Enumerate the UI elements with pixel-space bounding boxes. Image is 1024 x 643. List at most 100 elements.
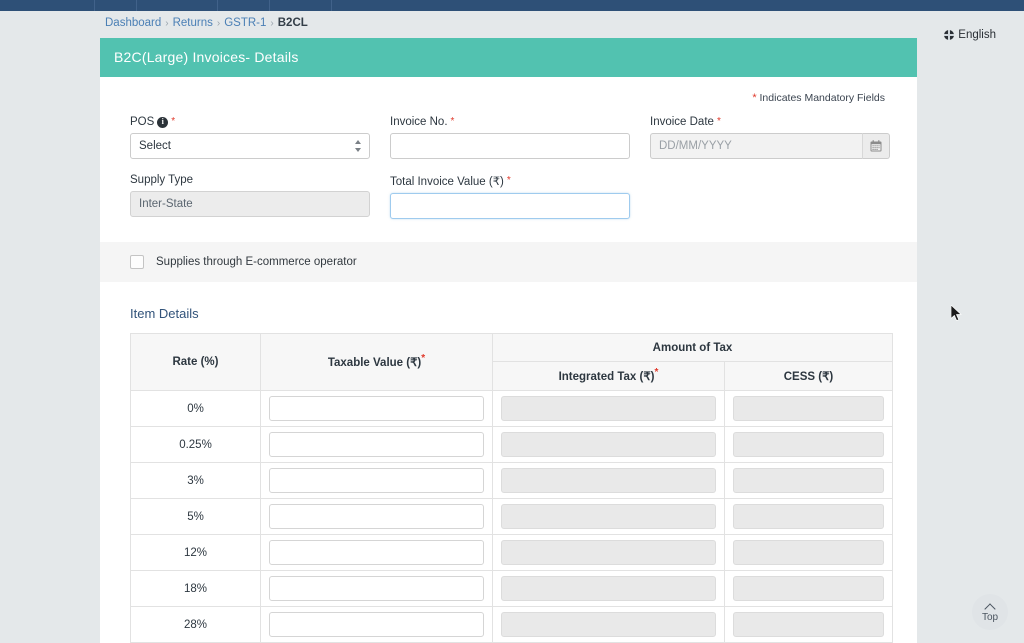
cess-input [733,612,884,637]
language-selector[interactable]: English [944,29,996,41]
info-icon[interactable]: i [157,117,168,128]
invoice-date-label: Invoice Date * [650,116,890,128]
pos-select[interactable] [130,133,370,159]
language-label: English [958,29,996,41]
scroll-to-top-button[interactable]: Top [972,594,1008,630]
integrated-tax-input [501,612,716,637]
nav-segment-5[interactable] [270,0,332,11]
breadcrumb-item-returns[interactable]: Returns [173,17,213,29]
page-title: B2C(Large) Invoices- Details [100,38,917,77]
integrated-tax-input [501,576,716,601]
breadcrumb-separator: › [165,18,168,29]
top-navigation-bar [0,0,1024,11]
column-header-integrated-tax: Integrated Tax (₹)* [493,362,725,391]
column-header-taxable-value-text: Taxable Value (₹) [328,357,421,369]
taxable-value-input[interactable] [269,576,484,601]
nav-segment-1[interactable] [0,0,95,11]
mouse-cursor [951,305,963,323]
pos-label-text: POS [130,116,154,128]
cell-rate: 0.25% [131,427,261,463]
nav-segment-4[interactable] [218,0,270,11]
pos-label: POS i * [130,116,370,128]
cess-input [733,468,884,493]
cell-cess [725,499,893,535]
cell-integrated-tax [493,571,725,607]
ecommerce-operator-row: Supplies through E-commerce operator [100,242,917,282]
cell-taxable-value [261,463,493,499]
cell-taxable-value [261,427,493,463]
invoice-no-label-text: Invoice No. [390,116,448,128]
taxable-value-input[interactable] [269,504,484,529]
invoice-date-input-group [650,133,890,159]
total-invoice-value-label-text: Total Invoice Value (₹) [390,174,504,188]
breadcrumb-item-b2cl: B2CL [278,17,308,29]
cell-taxable-value [261,499,493,535]
column-header-cess: CESS (₹) [725,362,893,391]
integrated-tax-input [501,468,716,493]
cess-input [733,396,884,421]
nav-segment-3[interactable] [137,0,218,11]
invoice-no-input[interactable] [390,133,630,159]
cell-cess [725,463,893,499]
table-row: 28% [131,607,893,643]
nav-segment-6[interactable] [332,0,1024,11]
cell-cess [725,535,893,571]
cell-cess [725,391,893,427]
cell-cess [725,607,893,643]
breadcrumb-bar: Dashboard › Returns › GSTR-1 › B2CL English [0,11,1024,38]
breadcrumb-item-dashboard[interactable]: Dashboard [105,17,161,29]
cell-taxable-value [261,535,493,571]
cell-rate: 0% [131,391,261,427]
breadcrumb-separator: › [270,18,273,29]
mandatory-fields-note: * Indicates Mandatory Fields [130,77,887,110]
ecommerce-checkbox[interactable] [130,255,144,269]
table-row: 5% [131,499,893,535]
table-body: 0% 0.25% 3% 5% [131,391,893,643]
breadcrumb-separator: › [217,18,220,29]
total-invoice-value-input[interactable] [390,193,630,219]
column-header-integrated-tax-text: Integrated Tax (₹) [559,371,655,383]
column-header-amount-of-tax: Amount of Tax [493,334,893,362]
invoice-date-field-group: Invoice Date * [650,116,890,159]
cell-integrated-tax [493,391,725,427]
cell-rate: 28% [131,607,261,643]
cell-taxable-value [261,571,493,607]
taxable-value-input[interactable] [269,540,484,565]
taxable-value-input[interactable] [269,396,484,421]
cell-taxable-value [261,607,493,643]
integrated-tax-input [501,432,716,457]
taxable-value-input[interactable] [269,612,484,637]
form-row-2-spacer [650,174,890,219]
cell-rate: 3% [131,463,261,499]
item-details-table: Rate (%) Taxable Value (₹)* Amount of Ta… [130,333,893,643]
calendar-button[interactable] [862,133,890,159]
taxable-value-input[interactable] [269,468,484,493]
cell-cess [725,571,893,607]
integrated-tax-input [501,504,716,529]
table-row: 12% [131,535,893,571]
cell-rate: 5% [131,499,261,535]
column-header-taxable-value: Taxable Value (₹)* [261,334,493,391]
cell-integrated-tax [493,535,725,571]
cell-cess [725,427,893,463]
table-row: 3% [131,463,893,499]
supply-type-label: Supply Type [130,174,370,186]
cess-input [733,576,884,601]
invoice-no-field-group: Invoice No. * [390,116,630,159]
nav-segment-2[interactable] [95,0,137,11]
supply-type-label-text: Supply Type [130,174,193,186]
globe-icon [944,30,954,40]
cell-integrated-tax [493,427,725,463]
invoice-date-input[interactable] [650,133,862,159]
table-row: 18% [131,571,893,607]
taxable-value-input[interactable] [269,432,484,457]
invoice-no-label: Invoice No. * [390,116,630,128]
item-details-heading: Item Details [130,306,887,321]
cell-taxable-value [261,391,493,427]
cell-integrated-tax [493,499,725,535]
breadcrumb-item-gstr1[interactable]: GSTR-1 [224,17,266,29]
card-body: * Indicates Mandatory Fields POS i * Inv… [100,77,917,643]
cell-rate: 12% [131,535,261,571]
ecommerce-checkbox-label: Supplies through E-commerce operator [156,256,357,268]
pos-field-group: POS i * [130,116,370,159]
